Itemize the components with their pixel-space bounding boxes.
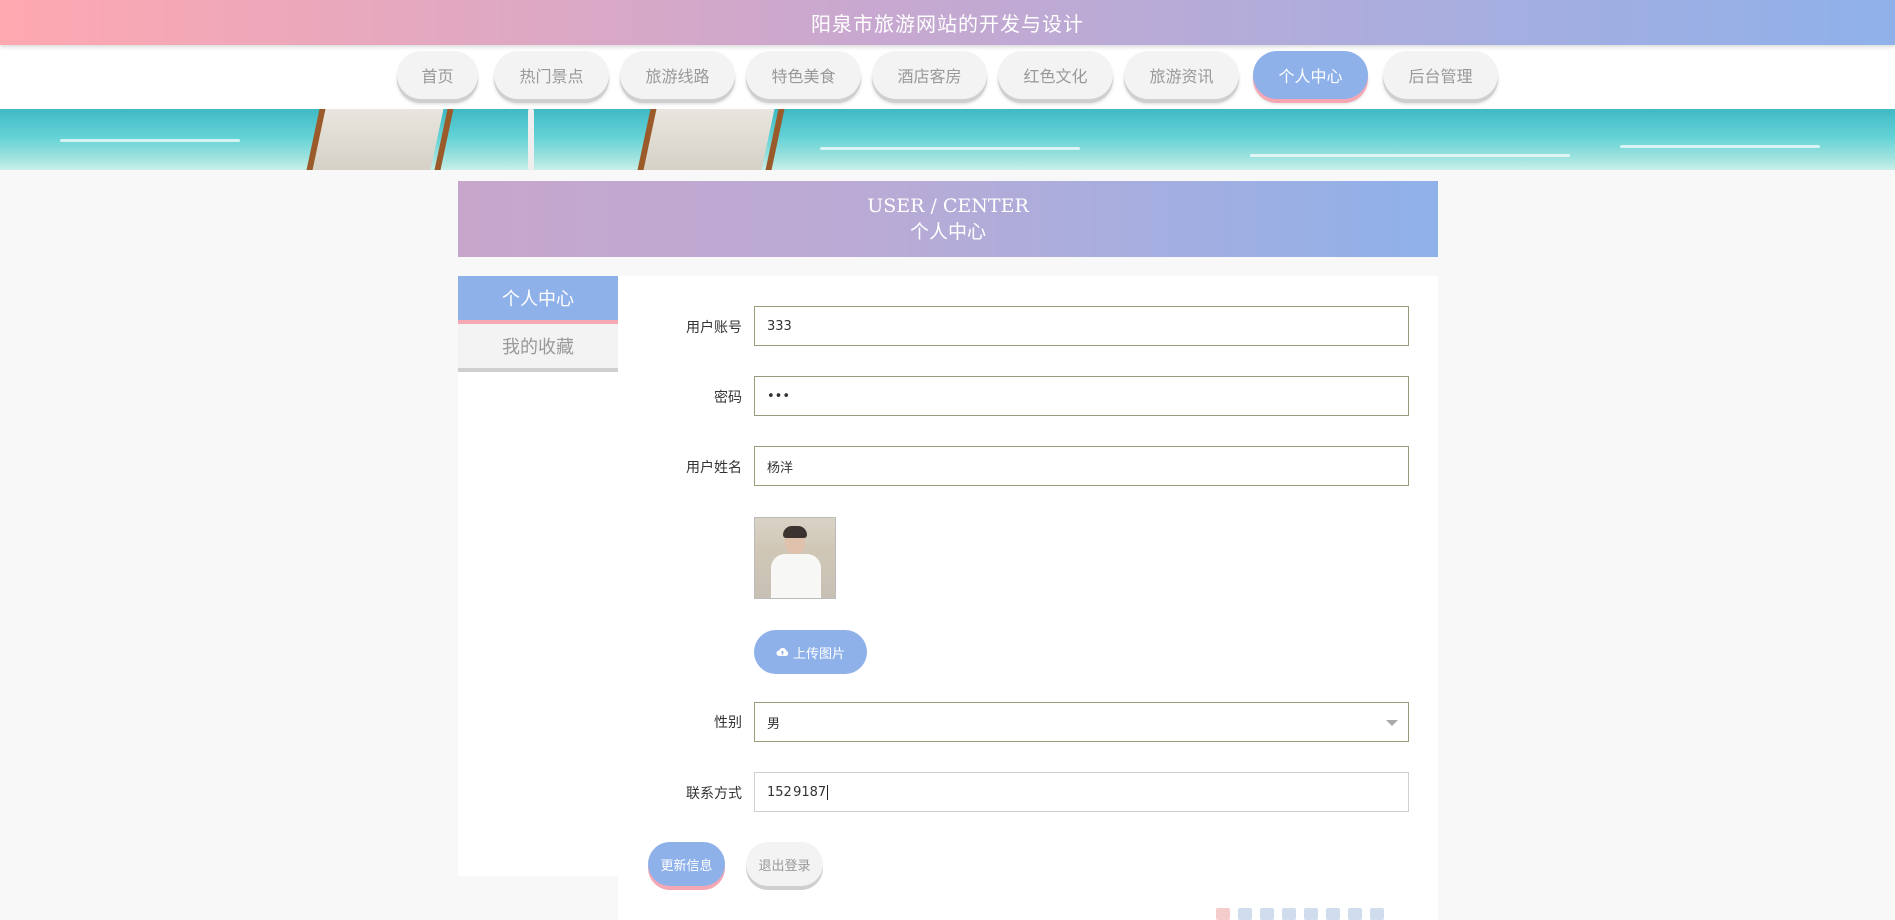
contact-input[interactable]: 152 9187	[754, 772, 1409, 812]
gender-value: 男	[767, 716, 781, 732]
gender-label: 性别	[714, 715, 742, 731]
password-label: 密码	[714, 390, 742, 406]
section-title-cn: 个人中心	[909, 221, 986, 243]
section-title-en: USER / CENTER	[867, 195, 1029, 217]
upload-image-label: 上传图片	[792, 646, 845, 662]
nav-local-food[interactable]: 特色美食	[746, 51, 861, 99]
nav-user-center[interactable]: 个人中心	[1253, 51, 1368, 99]
main-nav: 首页 热门景点 旅游线路 特色美食 酒店客房 红色文化 旅游资讯 个人中心 后台…	[0, 45, 1895, 109]
nav-hotel-rooms[interactable]: 酒店客房	[872, 51, 987, 99]
nav-travel-news[interactable]: 旅游资讯	[1124, 51, 1239, 99]
section-heading: USER / CENTER 个人中心	[458, 181, 1438, 257]
site-header: 阳泉市旅游网站的开发与设计	[0, 0, 1895, 45]
password-input[interactable]: •••	[754, 376, 1409, 416]
sidebar: 个人中心 我的收藏	[458, 276, 618, 876]
gender-select[interactable]: 男	[754, 702, 1409, 742]
profile-form: 用户账号 333 密码 ••• 用户姓名 杨洋 上传图片 性别 男 联系方式 1…	[618, 276, 1438, 920]
cloud-upload-icon	[776, 648, 789, 656]
chevron-down-icon	[1386, 720, 1398, 726]
upload-image-button[interactable]: 上传图片	[754, 630, 867, 674]
text-caret	[827, 784, 829, 800]
contact-label: 联系方式	[686, 786, 742, 802]
beach-chair-right	[636, 109, 786, 170]
name-input[interactable]: 杨洋	[754, 446, 1409, 486]
sidebar-item-favorites[interactable]: 我的收藏	[458, 324, 618, 368]
update-info-button[interactable]: 更新信息	[648, 842, 725, 886]
account-input[interactable]: 333	[754, 306, 1409, 346]
nav-red-culture[interactable]: 红色文化	[998, 51, 1113, 99]
site-title: 阳泉市旅游网站的开发与设计	[811, 12, 1084, 36]
avatar-image	[754, 517, 836, 599]
name-label: 用户姓名	[686, 460, 742, 476]
banner-image	[0, 109, 1895, 170]
logout-button[interactable]: 退出登录	[746, 842, 823, 886]
nav-hot-spots[interactable]: 热门景点	[494, 51, 609, 99]
sidebar-item-user-center[interactable]: 个人中心	[458, 276, 618, 320]
contact-value: 152 9187	[767, 784, 827, 800]
account-label: 用户账号	[686, 320, 742, 336]
ime-toolbar	[1216, 908, 1426, 920]
beach-chair-left	[305, 109, 455, 170]
nav-home[interactable]: 首页	[397, 51, 478, 99]
nav-travel-routes[interactable]: 旅游线路	[620, 51, 735, 99]
nav-admin[interactable]: 后台管理	[1383, 51, 1498, 99]
